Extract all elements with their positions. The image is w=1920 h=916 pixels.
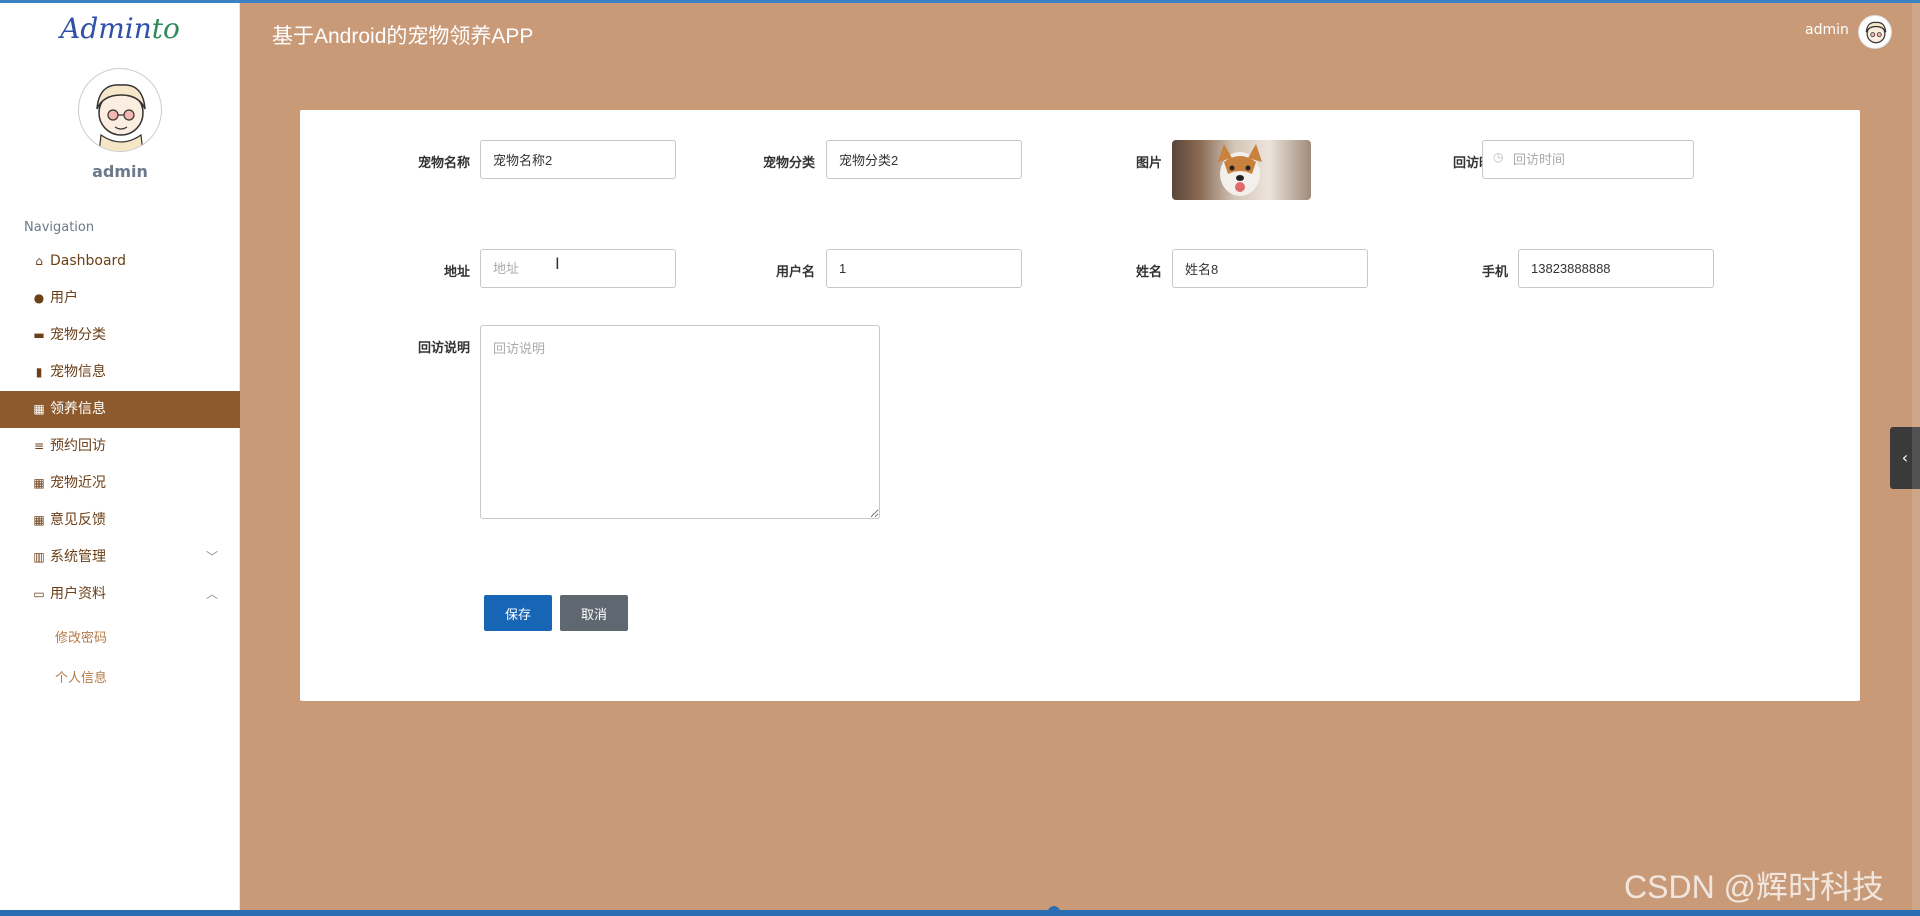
sidebar-item-label: 系统管理 [50,549,106,565]
pet-image[interactable] [1172,140,1311,200]
progress-handle[interactable] [1048,906,1060,916]
save-button[interactable]: 保存 [484,595,552,631]
sidebar-item-label: 预约回访 [50,438,106,454]
chevron-down-icon: ﹀ [205,550,218,564]
top-accent-border [0,0,1920,3]
page-title: 基于Android的宠物领养APP [272,25,534,48]
pet-name-input[interactable] [480,140,676,179]
sidebar-item-label: Dashboard [50,253,126,269]
image-label: 图片 [1135,155,1162,170]
chevron-up-icon: ︿ [205,587,218,601]
sidebar-item-label: 宠物分类 [50,327,106,343]
text-cursor-icon: I [555,254,560,273]
brand-part2: to [151,12,180,45]
vertical-scrollbar[interactable] [1912,0,1920,916]
bottom-progress-bar [0,910,1920,916]
book-icon: ▥ [33,550,45,564]
visit-note-textarea[interactable] [480,325,880,519]
sidebar-item-label: 宠物信息 [50,364,106,380]
sidebar-item-adoption-info[interactable]: ▦ 领养信息 [0,391,240,428]
clock-icon: ◷ [1493,150,1504,164]
sidebar-item-pet-info[interactable]: ▮ 宠物信息 [0,354,240,391]
sidebar-item-system-management[interactable]: ▥ 系统管理 ﹀ [0,539,240,576]
grid-icon: ▦ [33,476,45,490]
submenu-item-change-password[interactable]: 修改密码 [0,619,240,659]
monitor-icon: ▬ [33,328,45,342]
sidebar-item-label: 宠物近况 [50,475,106,491]
header-avatar[interactable] [1858,15,1892,49]
user-avatar[interactable] [78,68,162,152]
phone-label: 手机 [1481,264,1508,279]
name-label: 姓名 [1135,264,1162,279]
nav-menu: ⌂ Dashboard ● 用户 ▬ 宠物分类 ▮ 宠物信息 ▦ 领养信息 ≡ 预约回访 ▦… [0,243,240,613]
address-label: 地址 [443,264,470,279]
card-icon: ▭ [33,587,45,601]
sidebar-item-pet-status[interactable]: ▦ 宠物近况 [0,465,240,502]
pet-category-input[interactable] [826,140,1022,179]
list-icon: ≡ [33,439,45,453]
grid-icon: ▦ [33,513,45,527]
header-username[interactable]: admin [1805,22,1849,38]
pin-icon: ● [33,291,45,305]
address-input[interactable] [480,249,676,288]
sidebar-item-label: 领养信息 [50,401,106,417]
watermark: CSDN @辉时科技 [1624,869,1885,905]
sidebar-item-label: 用户 [50,290,78,306]
sidebar-item-pet-category[interactable]: ▬ 宠物分类 [0,317,240,354]
phone-input[interactable] [1518,249,1714,288]
name-input[interactable] [1172,249,1368,288]
brand-logo[interactable]: Adminto [0,12,240,45]
brand-part1: Admin [60,12,152,45]
pet-name-label: 宠物名称 [417,155,470,170]
pet-category-label: 宠物分类 [762,155,815,170]
username-input[interactable] [826,249,1022,288]
username-label: 用户名 [775,264,815,279]
submenu-item-personal-info[interactable]: 个人信息 [0,659,240,699]
sidebar-item-feedback[interactable]: ▦ 意见反馈 [0,502,240,539]
sidebar: Adminto admin Navigation ⌂ Dashboard ● 用户 … [0,0,240,916]
home-icon: ⌂ [35,254,43,268]
user-profile-submenu: 修改密码 个人信息 [0,619,240,699]
sidebar-item-users[interactable]: ● 用户 [0,280,240,317]
chevron-left-icon: ‹ [1901,448,1909,467]
bar-chart-icon: ▮ [35,365,43,379]
sidebar-item-dashboard[interactable]: ⌂ Dashboard [0,243,240,280]
sidebar-item-user-profile[interactable]: ▭ 用户资料 ︿ [0,576,240,613]
adoption-form-card: 宠物名称 宠物分类 图片 回访时间 ◷ 地址 用户名 姓名 手机 回访说明 保存… [300,110,1860,701]
visit-note-label: 回访说明 [417,340,470,355]
sidebar-item-label: 用户资料 [50,586,106,602]
visit-time-input[interactable] [1482,140,1694,179]
sidebar-item-visit-appointments[interactable]: ≡ 预约回访 [0,428,240,465]
nav-section-title: Navigation [24,220,95,235]
sidebar-username: admin [92,162,148,181]
sidebar-item-label: 意见反馈 [50,512,106,528]
cancel-button[interactable]: 取消 [560,595,628,631]
grid-icon: ▦ [33,402,45,416]
